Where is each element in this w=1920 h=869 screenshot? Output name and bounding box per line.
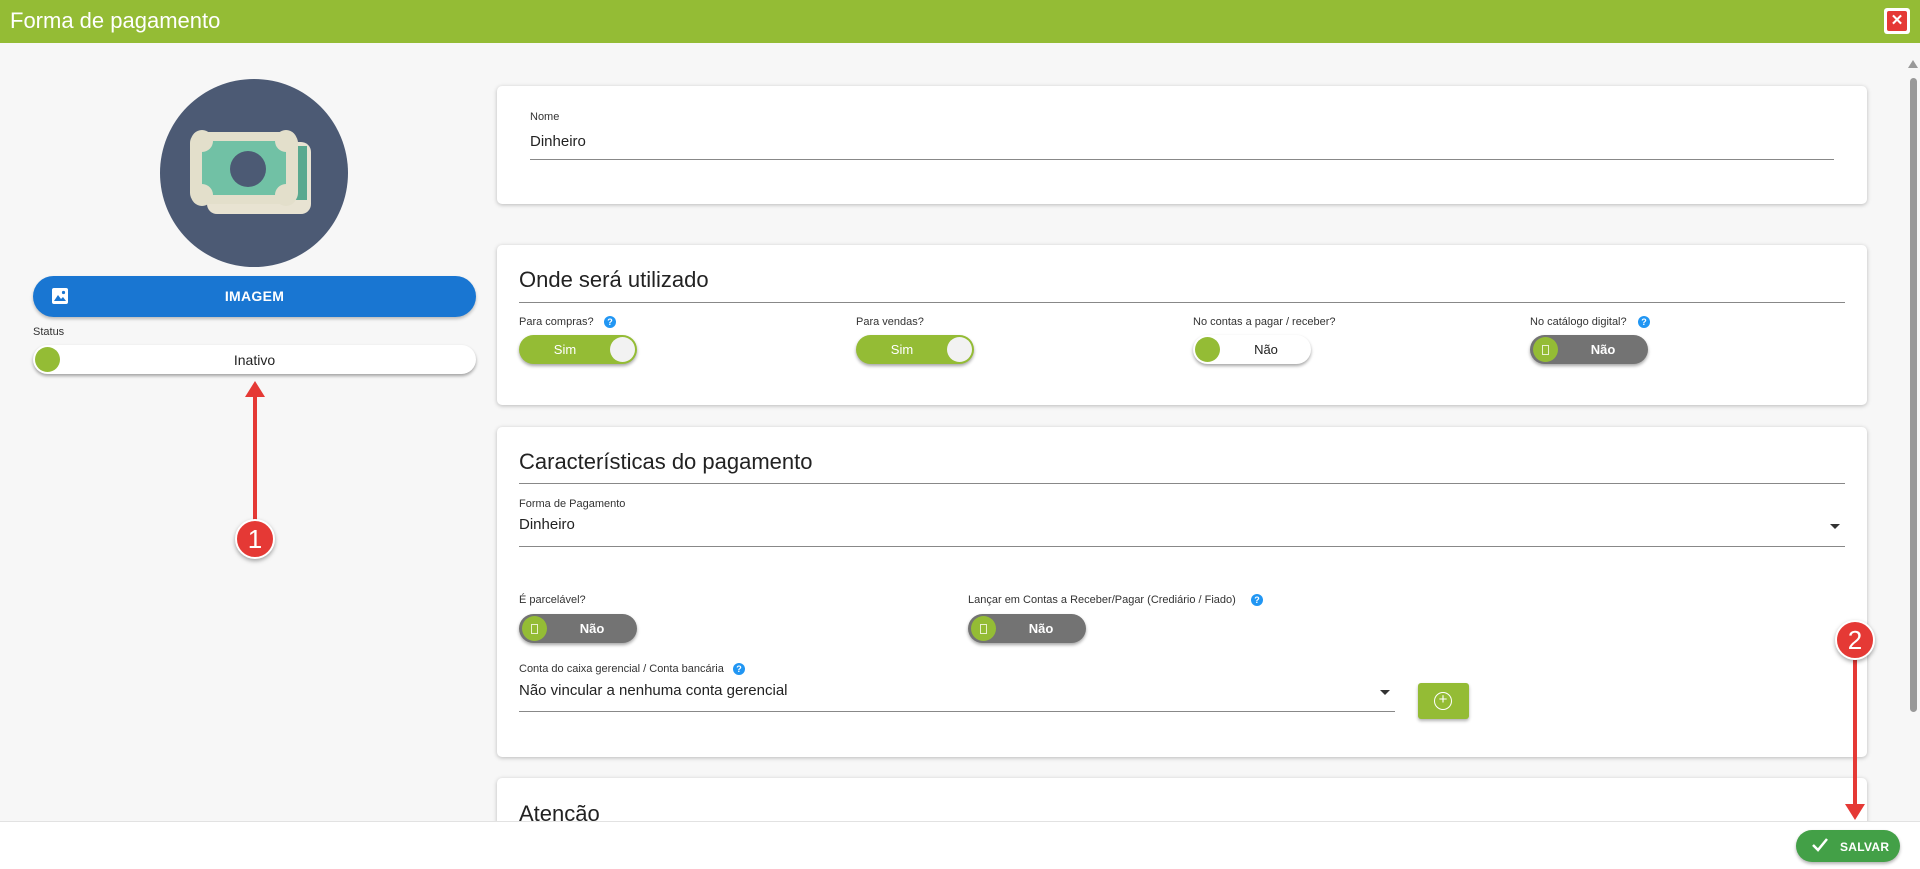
title-bar: Forma de pagamento ✕	[0, 0, 1920, 43]
toggle-parcelavel[interactable]: Não	[519, 614, 637, 643]
toggle-knob	[1195, 337, 1220, 362]
characteristics-section-title: Características do pagamento	[519, 449, 813, 474]
money-bill-icon	[190, 130, 311, 214]
dropdown-caret-icon	[1380, 690, 1390, 695]
payment-characteristics-card: Características do pagamento Forma de Pa…	[497, 427, 1867, 757]
conta-gerencial-label: Conta do caixa gerencial / Conta bancári…	[519, 663, 724, 675]
conta-gerencial-underline	[519, 711, 1395, 712]
check-icon	[1812, 838, 1828, 852]
toggle-knob	[522, 616, 547, 641]
nome-underline	[530, 159, 1834, 160]
add-account-button[interactable]: +	[1418, 683, 1469, 719]
toggle-knob	[947, 337, 972, 362]
close-icon: ✕	[1887, 11, 1907, 31]
toggle-parcelavel-value: Não	[579, 621, 605, 636]
toggle-vendas-value: Sim	[890, 342, 914, 357]
toggle-knob	[971, 616, 996, 641]
toggle-catalogo-value: Não	[1590, 342, 1616, 357]
image-button-label: IMAGEM	[224, 288, 285, 304]
toggle-knob	[610, 337, 635, 362]
toggle-compras-value: Sim	[553, 342, 577, 357]
annotation-badge-2: 2	[1835, 620, 1875, 660]
annotation-arrow-2-line	[1853, 660, 1857, 810]
forma-pagamento-label: Forma de Pagamento	[519, 498, 626, 510]
toggle-contas[interactable]: Não	[1193, 335, 1311, 364]
usage-section-divider	[519, 302, 1845, 303]
save-button-label: SALVAR	[1840, 840, 1890, 854]
nome-input[interactable]: Dinheiro	[530, 133, 586, 150]
plus-circle-icon: +	[1434, 692, 1452, 710]
footer-bar	[0, 821, 1920, 869]
help-icon[interactable]: ?	[604, 316, 616, 328]
nome-card: Nome Dinheiro	[497, 86, 1867, 204]
help-icon[interactable]: ?	[1638, 316, 1650, 328]
usage-card: Onde será utilizado Para compras? ? Sim …	[497, 245, 1867, 405]
toggle-label-contas: No contas a pagar / receber?	[1193, 316, 1336, 328]
scroll-up-arrow-icon[interactable]	[1908, 60, 1918, 68]
window-title: Forma de pagamento	[10, 8, 221, 33]
close-button[interactable]: ✕	[1884, 8, 1910, 34]
usage-section-title: Onde será utilizado	[519, 267, 709, 292]
toggle-catalogo[interactable]: Não	[1530, 335, 1648, 364]
help-icon[interactable]: ?	[1251, 594, 1263, 606]
conta-gerencial-select[interactable]: Não vincular a nenhuma conta gerencial	[519, 680, 1395, 706]
annotation-arrow-2-head	[1845, 804, 1865, 820]
forma-pagamento-underline	[519, 546, 1845, 547]
dropdown-caret-icon	[1830, 524, 1840, 529]
status-toggle-value: Inativo	[233, 352, 276, 368]
toggle-vendas[interactable]: Sim	[856, 335, 974, 364]
toggle-contas-value: Não	[1254, 342, 1278, 357]
toggle-label-vendas: Para vendas?	[856, 316, 924, 328]
status-toggle[interactable]: Inativo	[33, 345, 476, 374]
conta-gerencial-value: Não vincular a nenhuma conta gerencial	[519, 682, 788, 699]
status-label: Status	[33, 326, 65, 338]
forma-pagamento-select[interactable]: Dinheiro	[519, 514, 1845, 540]
save-button[interactable]: SALVAR	[1796, 830, 1900, 862]
help-icon[interactable]: ?	[733, 663, 745, 675]
image-button[interactable]: IMAGEM	[33, 276, 476, 317]
lancar-contas-label: Lançar em Contas a Receber/Pagar (Crediá…	[968, 594, 1236, 606]
forma-pagamento-value: Dinheiro	[519, 516, 575, 533]
toggle-label-compras: Para compras?	[519, 316, 594, 328]
payment-method-image	[160, 79, 348, 267]
annotation-arrow-1-line	[253, 395, 257, 525]
toggle-compras[interactable]: Sim	[519, 335, 637, 364]
toggle-lancar-contas-value: Não	[1028, 621, 1054, 636]
toggle-label-catalogo: No catálogo digital?	[1530, 316, 1627, 328]
parcelavel-label: É parcelável?	[519, 594, 586, 606]
nome-label: Nome	[530, 111, 560, 123]
scroll-thumb[interactable]	[1910, 78, 1917, 712]
characteristics-section-divider	[519, 483, 1845, 484]
annotation-badge-1: 1	[235, 519, 275, 559]
toggle-knob	[1533, 337, 1558, 362]
toggle-lancar-contas[interactable]: Não	[968, 614, 1086, 643]
vertical-scrollbar[interactable]	[1908, 60, 1918, 820]
